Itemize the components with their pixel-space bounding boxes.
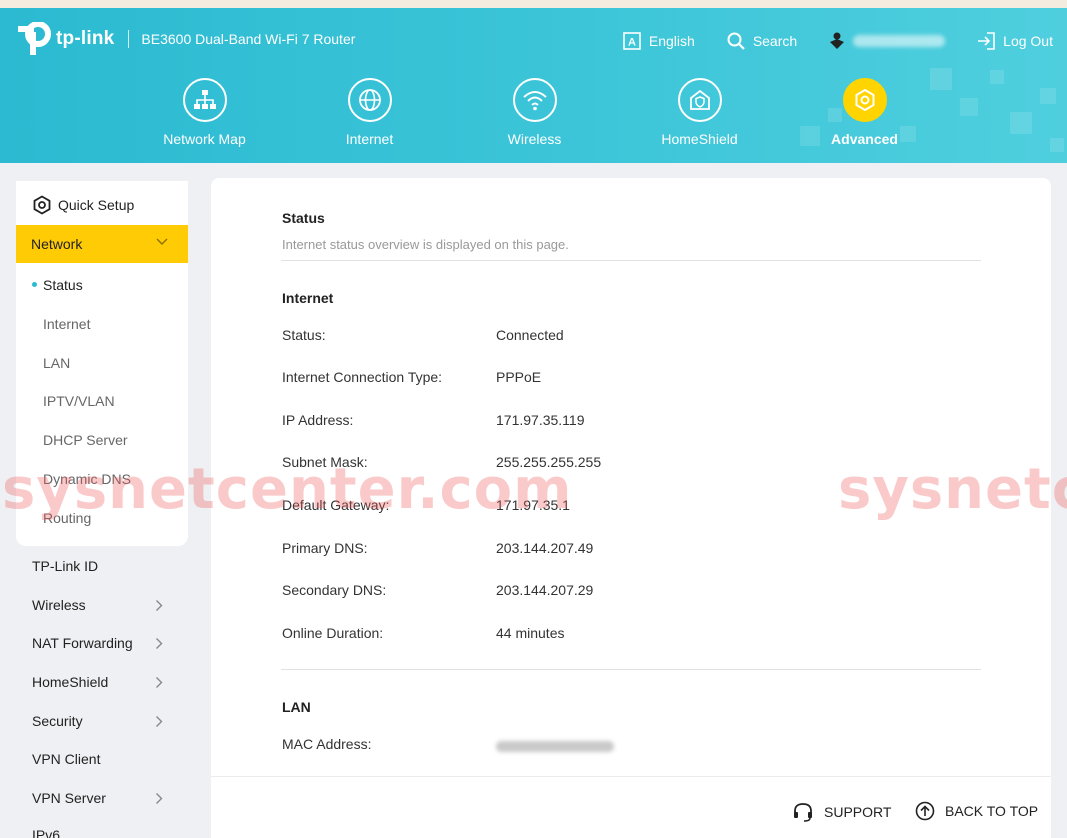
sidebar-subitem-iptv-vlan[interactable]: IPTV/VLAN [43, 393, 115, 409]
search-icon [727, 32, 745, 50]
sidebar-item-wireless[interactable]: Wireless [32, 597, 86, 613]
wifi-icon [512, 78, 557, 122]
username-redacted [853, 35, 946, 47]
sidebar-item-quick-setup[interactable]: Quick Setup [32, 195, 134, 215]
subnet-mask-value: 255.255.255.255 [496, 454, 602, 470]
headset-icon [794, 803, 812, 822]
main-nav: Network Map Internet Wireless HomeShield… [122, 78, 947, 147]
ip-address-value: 171.97.35.119 [496, 412, 585, 428]
status-label: Status: [282, 327, 326, 343]
chevron-right-icon [156, 793, 163, 804]
mac-address-redacted [496, 741, 614, 752]
page-title: Status [282, 210, 325, 226]
sidebar-subitem-status[interactable]: Status [43, 277, 83, 293]
home-shield-icon [677, 78, 722, 122]
divider [281, 260, 981, 261]
back-to-top-label: BACK TO TOP [945, 803, 1039, 819]
connection-type-value: PPPoE [496, 369, 542, 385]
nav-network-map[interactable]: Network Map [122, 78, 287, 147]
back-to-top-button[interactable]: BACK TO TOP [915, 801, 1038, 821]
mac-address-label: MAC Address: [282, 736, 372, 752]
logout-label: Log Out [1003, 33, 1053, 49]
nav-label: Wireless [507, 131, 562, 147]
primary-dns-value: 203.144.207.49 [496, 540, 594, 556]
online-duration-label: Online Duration: [282, 625, 384, 641]
secondary-dns-label: Secondary DNS: [282, 582, 387, 598]
nav-homeshield[interactable]: HomeShield [617, 78, 782, 147]
logout-button[interactable]: Log Out [977, 32, 1053, 50]
router-model: BE3600 Dual-Band Wi-Fi 7 Router [141, 31, 356, 47]
status-value: Connected [496, 327, 564, 343]
nav-label: Advanced [831, 131, 898, 147]
sidebar-subitem-dynamic-dns[interactable]: Dynamic DNS [43, 471, 131, 487]
svg-text:A: A [628, 37, 636, 49]
network-map-icon [182, 78, 227, 122]
sidebar-item-homeshield[interactable]: HomeShield [32, 674, 108, 690]
page-description: Internet status overview is displayed on… [282, 237, 569, 252]
sidebar-item-nat-forwarding[interactable]: NAT Forwarding [32, 635, 133, 651]
browser-top-strip [0, 0, 1067, 8]
support-button[interactable]: SUPPORT [792, 801, 891, 823]
quick-setup-label: Quick Setup [58, 197, 135, 213]
nav-label: HomeShield [661, 131, 738, 147]
chevron-down-icon [156, 238, 168, 245]
support-label: SUPPORT [824, 804, 892, 820]
sidebar-subitem-routing[interactable]: Routing [43, 510, 91, 526]
nav-label: Internet [345, 131, 394, 147]
internet-section-heading: Internet [282, 290, 334, 306]
tp-link-logo[interactable]: tp-link BE3600 Dual-Band Wi-Fi 7 Router [16, 21, 356, 56]
nav-advanced[interactable]: Advanced [782, 78, 947, 147]
language-button[interactable]: A English [623, 32, 695, 50]
language-label: English [648, 33, 695, 49]
header-bar: tp-link BE3600 Dual-Band Wi-Fi 7 Router … [0, 8, 1067, 163]
nav-wireless[interactable]: Wireless [452, 78, 617, 147]
subnet-mask-label: Subnet Mask: [282, 454, 368, 470]
search-label: Search [752, 33, 798, 49]
logo-separator [128, 30, 130, 48]
sidebar-item-vpn-client[interactable]: VPN Client [32, 751, 100, 767]
mac-address-value [496, 739, 614, 755]
arrow-up-circle-icon [915, 801, 935, 821]
sidebar-subitem-internet[interactable]: Internet [43, 316, 90, 332]
nav-label: Network Map [163, 131, 246, 147]
chevron-right-icon [156, 638, 163, 649]
lan-section-heading: LAN [282, 699, 311, 715]
search-button[interactable]: Search [727, 32, 797, 50]
chevron-right-icon [156, 677, 163, 688]
logo-text: tp-link [56, 28, 115, 49]
online-duration-value: 44 minutes [496, 625, 565, 641]
connection-type-label: Internet Connection Type: [282, 369, 443, 385]
account-button[interactable] [829, 32, 946, 50]
sidebar: Quick Setup Network Status Internet LAN … [0, 163, 198, 838]
nav-internet[interactable]: Internet [287, 78, 452, 147]
chevron-right-icon [156, 600, 163, 611]
top-actions: A English Search Log Out [591, 32, 1053, 50]
globe-icon [347, 78, 392, 122]
default-gateway-label: Default Gateway: [282, 497, 390, 513]
ip-address-label: IP Address: [282, 412, 354, 428]
main-content: Status Internet status overview is displ… [211, 178, 1051, 838]
user-icon [830, 32, 845, 49]
sidebar-item-network[interactable]: Network [16, 225, 188, 263]
active-indicator-dot [32, 282, 37, 287]
default-gateway-value: 171.97.35.1 [496, 497, 570, 513]
secondary-dns-value: 203.144.207.29 [496, 582, 594, 598]
language-icon: A [623, 32, 641, 50]
sidebar-subitem-lan[interactable]: LAN [43, 355, 70, 371]
sidebar-item-tp-link-id[interactable]: TP-Link ID [32, 558, 98, 574]
tp-link-logo-icon [16, 21, 52, 56]
footer-bar: SUPPORT BACK TO TOP [211, 776, 1051, 838]
logout-icon [978, 32, 995, 50]
sidebar-item-ipv6[interactable]: IPv6 [32, 827, 60, 838]
sidebar-subitem-dhcp-server[interactable]: DHCP Server [43, 432, 128, 448]
network-label: Network [31, 236, 83, 252]
chevron-right-icon [156, 716, 163, 727]
gear-icon [33, 195, 51, 215]
sidebar-item-vpn-server[interactable]: VPN Server [32, 790, 106, 806]
sidebar-item-security[interactable]: Security [32, 713, 83, 729]
divider [281, 669, 981, 670]
gear-icon [842, 78, 887, 122]
primary-dns-label: Primary DNS: [282, 540, 368, 556]
